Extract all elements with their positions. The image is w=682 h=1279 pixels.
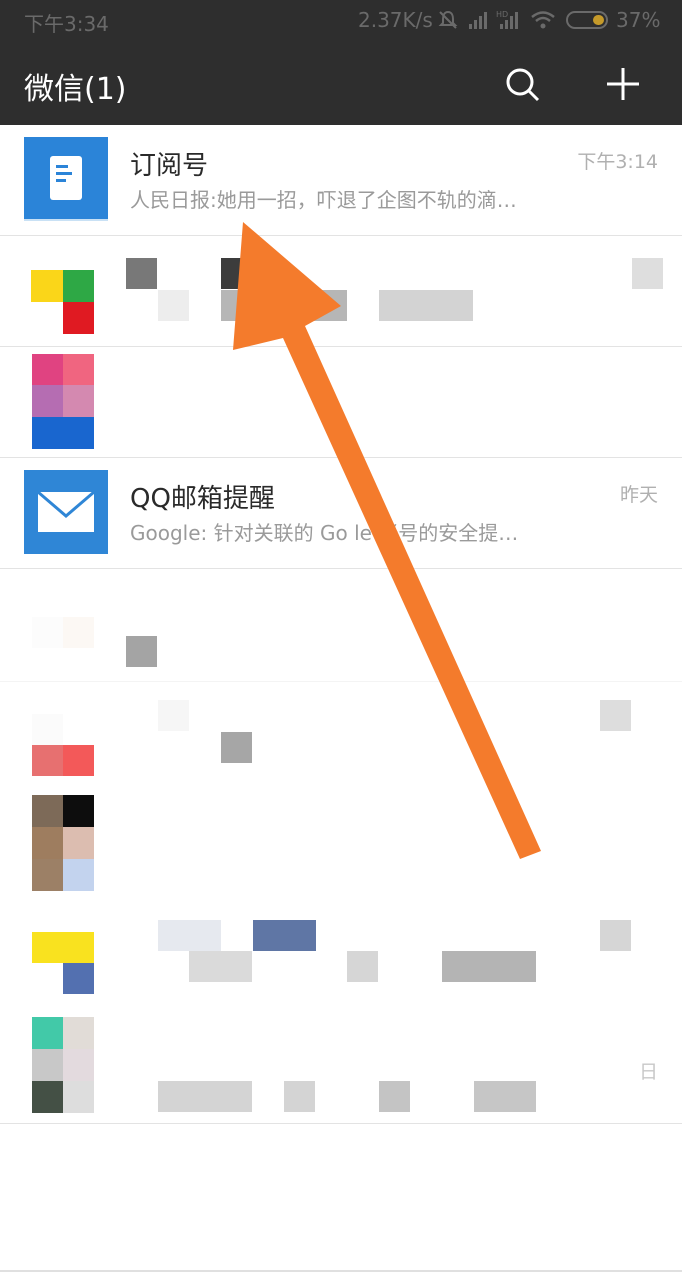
avatar	[24, 581, 108, 665]
mail-icon	[37, 490, 95, 532]
battery-icon	[566, 11, 608, 29]
chat-time: 日	[638, 1061, 658, 1083]
blurred-name	[158, 920, 221, 951]
blurred-preview	[221, 732, 252, 763]
chat-item-blurred[interactable]	[0, 236, 682, 347]
blurred-name	[158, 700, 189, 731]
blurred-time	[632, 258, 663, 289]
network-speed: 2.37K/s	[358, 8, 433, 32]
chat-item-blurred[interactable]	[0, 791, 682, 902]
subscription-avatar	[24, 137, 108, 221]
blurred-time	[600, 920, 631, 951]
plus-icon[interactable]	[605, 66, 641, 102]
wifi-icon	[531, 11, 555, 29]
signal-icon	[469, 12, 487, 29]
avatar	[24, 795, 108, 891]
status-bar: 下午3:34 2.37K/s HD 37%	[0, 0, 682, 40]
chat-preview: Google: 针对关联的 Go le 帐号的安全提…	[130, 521, 519, 545]
blurred-preview	[189, 951, 252, 982]
chat-name: 订阅号	[130, 151, 209, 181]
page-title: 微信(1)	[24, 72, 127, 107]
search-icon[interactable]	[503, 65, 541, 103]
blurred-preview	[158, 290, 189, 321]
chat-item-blurred[interactable]	[0, 680, 682, 791]
avatar	[24, 248, 108, 334]
chat-item-qq-mail[interactable]: QQ邮箱提醒 Google: 针对关联的 Go le 帐号的安全提… 昨天	[0, 458, 682, 569]
hd-signal-icon: HD	[496, 10, 518, 29]
chat-item-blurred[interactable]: 日	[0, 1013, 682, 1124]
chat-item-blurred[interactable]	[0, 902, 682, 1013]
blurred-time	[600, 700, 631, 731]
avatar	[24, 1017, 108, 1113]
status-time: 下午3:34	[24, 12, 109, 36]
title-bar: 微信(1)	[0, 40, 682, 125]
blurred-name	[126, 258, 157, 289]
chat-item-blurred[interactable]	[0, 569, 682, 680]
battery-percent: 37%	[616, 8, 661, 32]
chat-time: 下午3:14	[577, 151, 658, 173]
chat-time: 昨天	[619, 484, 658, 506]
svg-text:HD: HD	[496, 10, 508, 19]
chat-preview: 人民日报:她用一招，吓退了企图不轨的滴…	[130, 188, 517, 212]
subscription-icon	[24, 156, 108, 221]
avatar	[24, 354, 108, 450]
blurred-preview	[158, 1081, 252, 1112]
bell-off-icon	[438, 10, 458, 29]
chat-item-blurred[interactable]	[0, 347, 682, 458]
chat-name: QQ邮箱提醒	[130, 484, 275, 514]
chat-item-subscriptions[interactable]: 订阅号 人民日报:她用一招，吓退了企图不轨的滴… 下午3:14	[0, 125, 682, 236]
bottom-divider	[0, 1270, 682, 1272]
avatar	[24, 692, 108, 776]
avatar	[24, 914, 108, 998]
blurred-name	[126, 636, 157, 667]
mail-avatar	[24, 470, 108, 554]
